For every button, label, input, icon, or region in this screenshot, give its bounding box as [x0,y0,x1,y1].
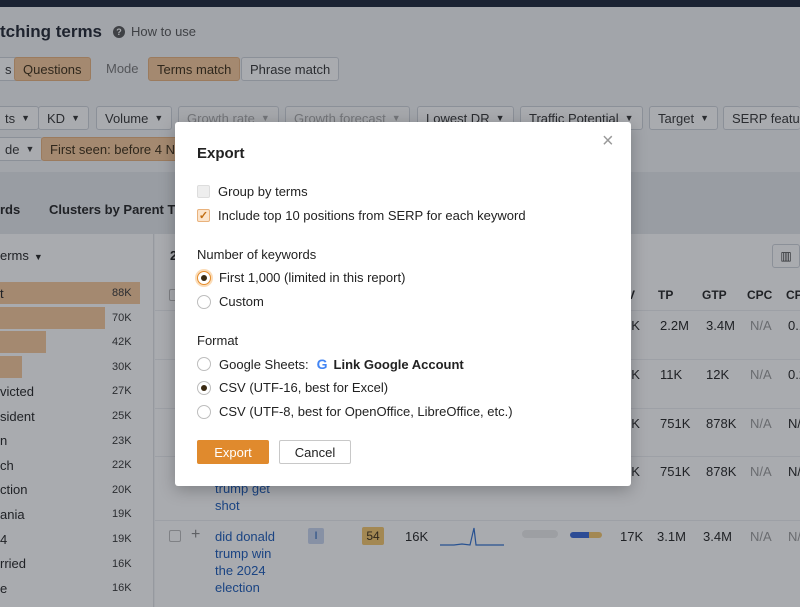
option-label: CSV (UTF-16, best for Excel) [219,380,389,395]
google-sheets-radio[interactable] [197,357,211,371]
number-of-keywords-label: Number of keywords [197,247,317,262]
first-1000-option[interactable]: First 1,000 (limited in this report) [197,270,405,285]
include-top10-checkbox[interactable]: ✓ [197,209,210,222]
option-label: Include top 10 positions from SERP for e… [218,208,526,223]
option-label: First 1,000 (limited in this report) [219,270,406,285]
google-sheets-option[interactable]: Google Sheets: G Link Google Account [197,356,464,372]
csv8-radio[interactable] [197,404,211,419]
format-label: Format [197,333,239,348]
option-label: Custom [219,294,264,309]
custom-option[interactable]: Custom [197,294,264,309]
export-button[interactable]: Export [197,440,269,464]
first-1000-radio[interactable] [197,270,211,285]
option-label: Group by terms [218,184,308,199]
link-google-account-link[interactable]: Link Google Account [334,357,464,372]
group-by-terms-checkbox [197,185,210,198]
csv16-radio[interactable] [197,380,211,395]
cancel-button[interactable]: Cancel [279,440,351,464]
custom-radio[interactable] [197,294,211,309]
dialog-title: Export [197,145,245,162]
include-top10-option[interactable]: ✓ Include top 10 positions from SERP for… [197,208,526,223]
group-by-terms-option: Group by terms [197,184,308,199]
google-g-icon: G [317,356,328,372]
csv8-option[interactable]: CSV (UTF-8, best for OpenOffice, LibreOf… [197,404,513,419]
option-label: Google Sheets: [219,356,309,372]
google-g-letter: G [316,356,328,372]
close-icon[interactable]: × [602,130,614,153]
csv16-option[interactable]: CSV (UTF-16, best for Excel) [197,380,388,395]
export-dialog: Export × Group by terms ✓ Include top 10… [175,122,631,486]
option-label: CSV (UTF-8, best for OpenOffice, LibreOf… [219,404,513,419]
